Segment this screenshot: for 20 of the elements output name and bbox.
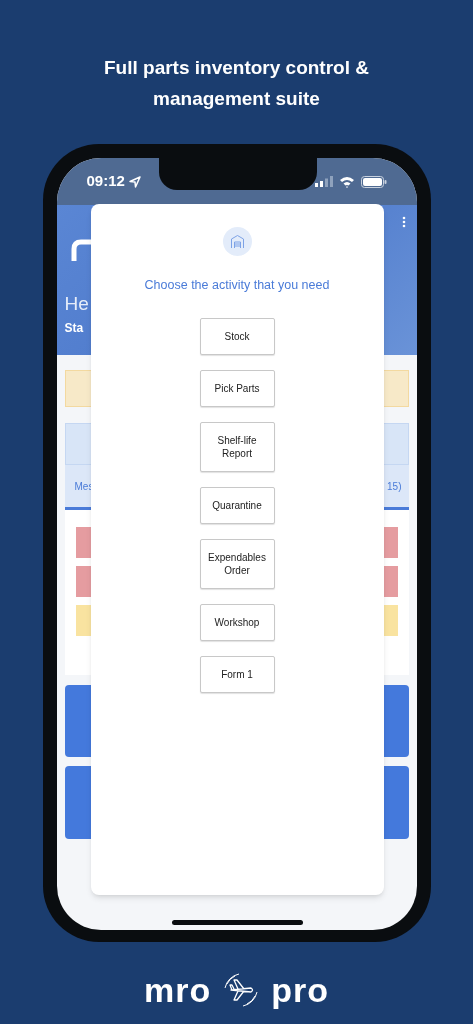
battery-icon: [360, 175, 387, 188]
location-arrow-icon: [128, 175, 141, 188]
activity-option-button[interactable]: Form 1: [199, 655, 275, 693]
activity-option-button[interactable]: Workshop: [199, 603, 275, 641]
brand-wordmark: pro: [271, 972, 329, 1008]
activity-option-button[interactable]: Quarantine: [199, 486, 275, 524]
warehouse-icon: [222, 227, 252, 256]
more-menu-icon[interactable]: [401, 216, 406, 228]
subtitle-text: Sta: [64, 320, 84, 337]
status-time: 09:12: [86, 171, 125, 192]
activity-option-button[interactable]: Expendables Order: [199, 538, 275, 589]
activity-option-button[interactable]: Shelf-life Report: [199, 421, 275, 472]
signal-icon: [314, 176, 333, 187]
wifi-icon: [338, 175, 355, 188]
activity-option-button[interactable]: Stock: [199, 317, 275, 355]
dialog-title: Choose the activity that you need: [144, 277, 330, 294]
greeting-text: He: [64, 293, 89, 315]
activity-option-button[interactable]: Pick Parts: [199, 369, 275, 407]
brand-wordmark: mro: [144, 972, 212, 1008]
headline: Full parts inventory control & management suite: [103, 56, 370, 111]
